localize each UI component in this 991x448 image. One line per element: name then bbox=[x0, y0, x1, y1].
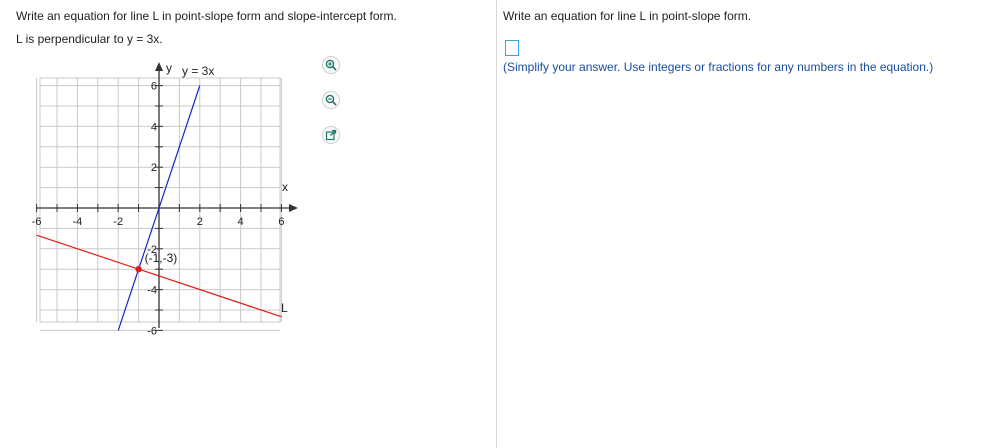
point-marker bbox=[135, 266, 142, 273]
answer-input-box[interactable] bbox=[505, 40, 519, 56]
y-axis-arrow bbox=[155, 62, 163, 71]
left-panel: Write an equation for line L in point-sl… bbox=[0, 0, 496, 448]
x-tick-label: -2 bbox=[113, 216, 123, 228]
y-tick-label: -6 bbox=[147, 325, 157, 337]
zoom-in-button[interactable] bbox=[322, 56, 340, 74]
zoom-out-button[interactable] bbox=[322, 91, 340, 109]
zoom-out-icon bbox=[325, 94, 337, 106]
x-tick-label: 6 bbox=[278, 216, 284, 228]
coordinate-graph: -6 -4 -2 2 4 6642-2-4-6 y x y = 3x L (-1,-3) bbox=[32, 61, 298, 337]
popout-button[interactable] bbox=[322, 126, 340, 144]
right-panel: Write an equation for line L in point-sl… bbox=[497, 0, 991, 448]
grid-border bbox=[39, 77, 281, 323]
x-tick-label: 4 bbox=[238, 216, 244, 228]
y-tick-label: 2 bbox=[151, 162, 157, 174]
answer-question: Write an equation for line L in point-sl… bbox=[503, 9, 752, 23]
answer-hint: (Simplify your answer. Use integers or f… bbox=[503, 60, 934, 74]
x-tick-label: -4 bbox=[73, 216, 83, 228]
x-axis-arrow bbox=[289, 204, 298, 212]
zoom-in-icon bbox=[325, 59, 337, 71]
y-tick-label: 6 bbox=[151, 81, 157, 93]
popout-icon bbox=[325, 129, 337, 141]
graph-axes bbox=[36, 62, 298, 328]
y-axis-label: y bbox=[166, 61, 172, 75]
y-tick-label: 4 bbox=[151, 121, 157, 133]
red-line-label: L bbox=[281, 301, 288, 315]
point-label: (-1,-3) bbox=[145, 251, 178, 265]
y-tick-label: -4 bbox=[147, 285, 157, 297]
x-axis-label: x bbox=[282, 180, 288, 194]
blue-line-label: y = 3x bbox=[182, 64, 214, 78]
x-tick-label: -6 bbox=[32, 216, 42, 228]
x-tick-label: 2 bbox=[197, 216, 203, 228]
